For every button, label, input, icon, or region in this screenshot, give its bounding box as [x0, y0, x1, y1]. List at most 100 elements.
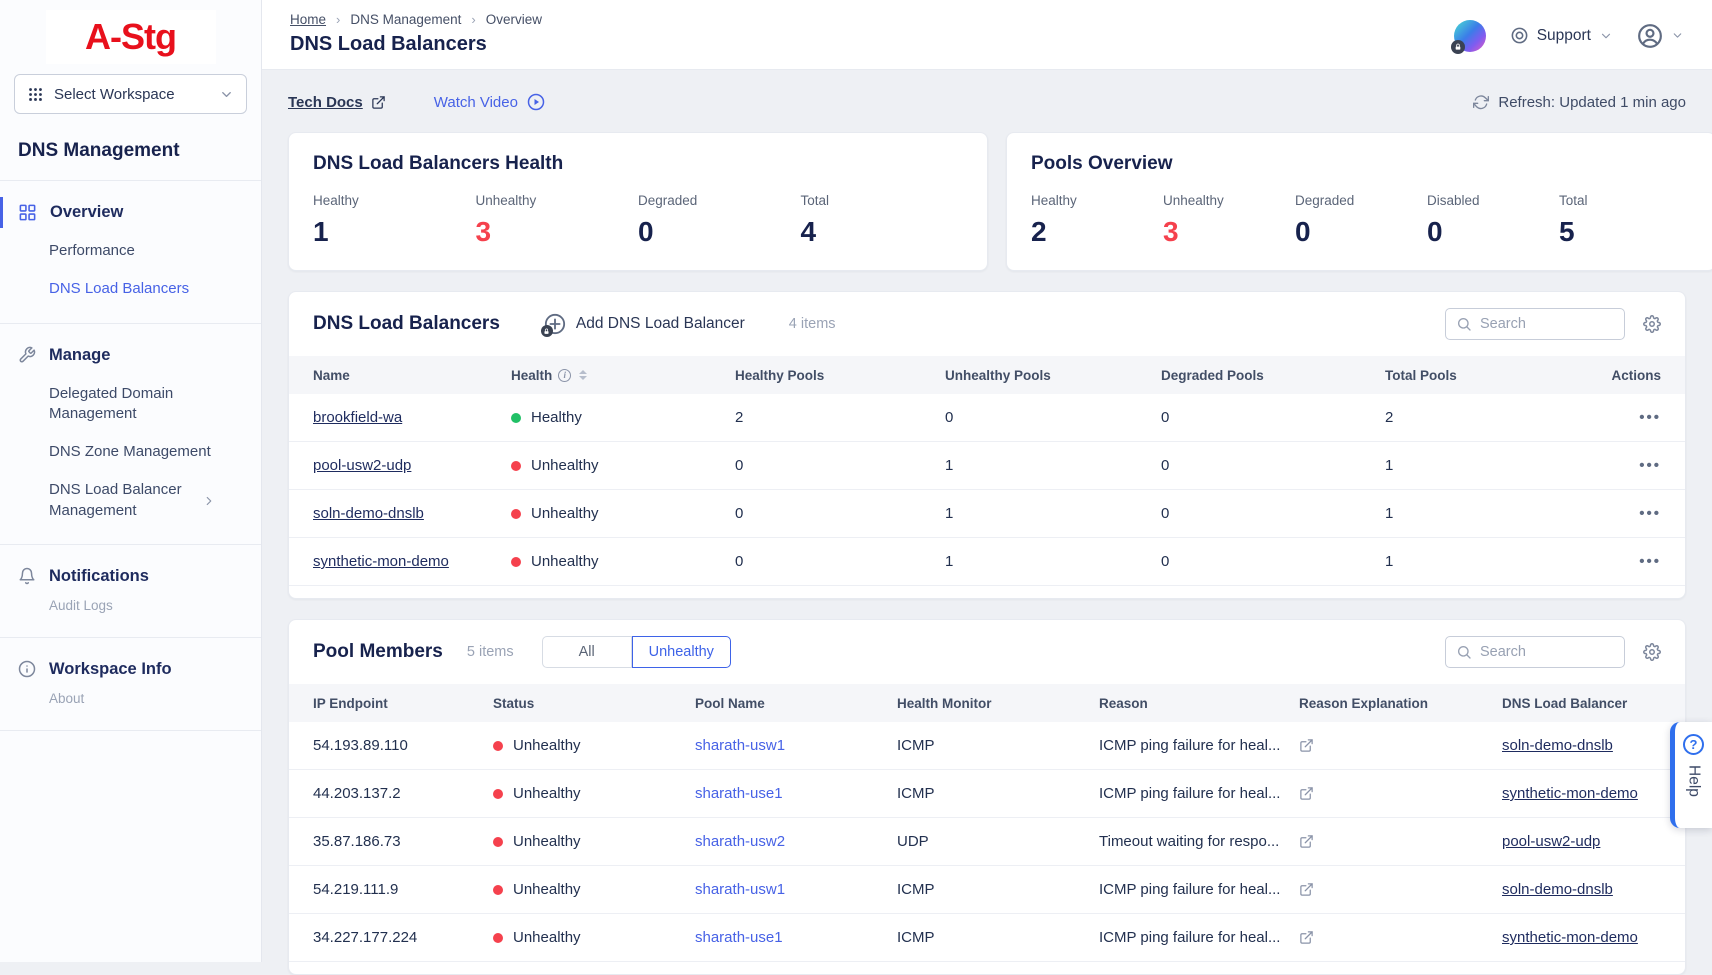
lb-name-link[interactable]: brookfield-wa	[313, 409, 402, 426]
sidebar-item-overview[interactable]: Overview	[0, 193, 261, 232]
ip-endpoint: 35.87.186.73	[313, 833, 493, 850]
sidebar-notifications-label: Notifications	[49, 567, 149, 586]
row-actions-button[interactable]	[1639, 553, 1661, 570]
stat-value: 3	[476, 216, 639, 248]
info-icon	[18, 660, 36, 678]
col-name[interactable]: Name	[313, 368, 511, 383]
col-total-pools[interactable]: Total Pools	[1385, 368, 1601, 383]
dns-lb-link[interactable]: synthetic-mon-demo	[1502, 929, 1638, 946]
member-status: Unhealthy	[513, 881, 581, 898]
sort-icon[interactable]	[579, 370, 587, 380]
workspace-selector[interactable]: Select Workspace	[14, 74, 247, 114]
row-actions-button[interactable]	[1639, 505, 1661, 522]
lb-search-input[interactable]	[1480, 316, 1614, 332]
refresh-button[interactable]: Refresh: Updated 1 min ago	[1473, 94, 1686, 111]
help-widget[interactable]: Help	[1670, 722, 1712, 828]
stat-label: Healthy	[1031, 193, 1077, 208]
sidebar-item-workspace-info[interactable]: Workspace Info	[0, 650, 261, 689]
dns-lb-link[interactable]: synthetic-mon-demo	[1502, 785, 1638, 802]
table-row: synthetic-mon-demo Unhealthy 0 1 0 1	[289, 538, 1685, 586]
sidebar-item-about[interactable]: About	[0, 689, 261, 716]
col-health[interactable]: Health	[511, 368, 735, 383]
filter-all-button[interactable]: All	[542, 636, 632, 668]
pool-name-link[interactable]: sharath-usw1	[695, 881, 785, 898]
lb-items-count: 4 items	[789, 316, 836, 332]
healthy-pools-value: 0	[735, 505, 945, 522]
dns-lb-link[interactable]: soln-demo-dnslb	[1502, 881, 1613, 898]
ip-endpoint: 34.227.177.224	[313, 929, 493, 946]
lock-icon	[541, 325, 553, 337]
stat: Degraded 0	[1295, 193, 1427, 248]
external-link-icon[interactable]	[1299, 786, 1502, 801]
sidebar-item-audit-logs[interactable]: Audit Logs	[0, 596, 261, 623]
bell-icon	[18, 567, 36, 585]
external-link-icon[interactable]	[1299, 882, 1502, 897]
watch-video-label: Watch Video	[434, 94, 518, 111]
pool-name-link[interactable]: sharath-usw1	[695, 737, 785, 754]
add-dns-lb-button[interactable]: Add DNS Load Balancer	[544, 313, 745, 335]
stat: Unhealthy 3	[476, 193, 639, 248]
overview-subitems: Performance DNS Load Balancers	[0, 232, 261, 309]
dns-lb-link[interactable]: pool-usw2-udp	[1502, 833, 1600, 850]
sidebar-subitem[interactable]: Performance	[0, 232, 261, 270]
sidebar-item-manage[interactable]: Manage	[0, 336, 261, 375]
lb-name-link[interactable]: synthetic-mon-demo	[313, 553, 449, 570]
external-link-icon[interactable]	[1299, 930, 1502, 945]
external-link-icon	[371, 95, 386, 110]
pool-members-search-input[interactable]	[1480, 644, 1614, 660]
col-pool-name: Pool Name	[695, 696, 897, 711]
dns-lb-link[interactable]: soln-demo-dnslb	[1502, 737, 1613, 754]
pool-name-link[interactable]: sharath-use1	[695, 785, 783, 802]
gear-icon[interactable]	[1643, 315, 1661, 333]
search-icon	[1456, 316, 1472, 332]
sidebar: A-Stg Select Workspace DNS Management Ov…	[0, 0, 262, 962]
lb-health-card: DNS Load Balancers Health Healthy 1	[288, 132, 988, 271]
lb-name-link[interactable]: pool-usw2-udp	[313, 457, 411, 474]
filter-unhealthy-button[interactable]: Unhealthy	[632, 636, 731, 668]
row-actions-button[interactable]	[1639, 409, 1661, 426]
pool-name-link[interactable]: sharath-use1	[695, 929, 783, 946]
status-dot	[493, 741, 503, 751]
pool-name-link[interactable]: sharath-usw2	[695, 833, 785, 850]
row-actions-button[interactable]	[1639, 457, 1661, 474]
sidebar-subitem[interactable]: DNS Zone Management	[0, 433, 230, 471]
user-icon	[1637, 23, 1663, 49]
breadcrumb-dns-management[interactable]: DNS Management	[350, 12, 461, 27]
chevron-down-icon	[1599, 29, 1613, 43]
support-label: Support	[1537, 27, 1591, 45]
col-actions: Actions	[1601, 368, 1661, 383]
tech-docs-label: Tech Docs	[288, 94, 363, 111]
col-unhealthy-pools[interactable]: Unhealthy Pools	[945, 368, 1161, 383]
reason-text: ICMP ping failure for heal...	[1099, 881, 1280, 898]
sidebar-subitem[interactable]: DNS Load Balancer Management	[0, 471, 230, 530]
sidebar-section-manage: Manage Delegated Domain Management DNS Z…	[0, 324, 261, 545]
breadcrumb-home[interactable]: Home	[290, 12, 326, 27]
breadcrumb-overview[interactable]: Overview	[486, 12, 542, 27]
account-menu[interactable]	[1637, 23, 1684, 49]
wrench-icon	[18, 346, 36, 364]
col-degraded-pools[interactable]: Degraded Pools	[1161, 368, 1385, 383]
info-icon[interactable]	[558, 369, 571, 382]
col-healthy-pools[interactable]: Healthy Pools	[735, 368, 945, 383]
external-link-icon[interactable]	[1299, 834, 1502, 849]
status-dot	[511, 509, 521, 519]
reason-text: ICMP ping failure for heal...	[1099, 737, 1280, 754]
support-menu[interactable]: Support	[1510, 26, 1613, 45]
stat-label: Total	[1559, 193, 1588, 208]
gear-icon[interactable]	[1643, 643, 1661, 661]
sidebar-subitem[interactable]: DNS Load Balancers	[0, 270, 261, 308]
sidebar-item-notifications[interactable]: Notifications	[0, 557, 261, 596]
tenant-avatar[interactable]	[1454, 20, 1486, 52]
stat-label: Degraded	[638, 193, 697, 208]
sidebar-subitem[interactable]: Delegated Domain Management	[0, 375, 230, 434]
tech-docs-link[interactable]: Tech Docs	[288, 94, 386, 111]
stat-label: Total	[801, 193, 830, 208]
pools-overview-stats: Healthy 2 Unhealthy 3	[1031, 193, 1691, 248]
watch-video-link[interactable]: Watch Video	[434, 93, 545, 111]
lb-name-link[interactable]: soln-demo-dnslb	[313, 505, 424, 522]
question-icon	[1683, 734, 1704, 755]
chevron-down-icon	[219, 87, 234, 102]
chevron-right-icon	[202, 494, 216, 508]
external-link-icon[interactable]	[1299, 738, 1502, 753]
stat-label: Unhealthy	[476, 193, 537, 208]
